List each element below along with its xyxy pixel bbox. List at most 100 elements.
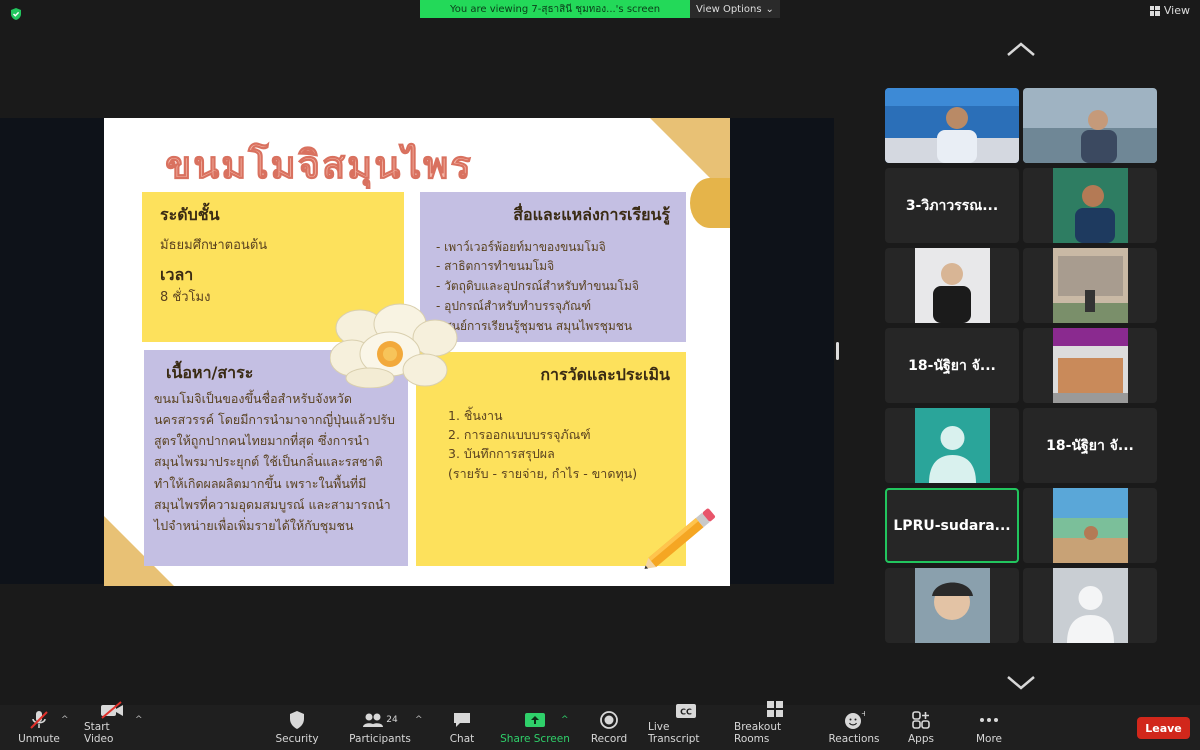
apps-button[interactable]: Apps: [904, 705, 938, 750]
level-heading: ระดับชั้น: [160, 205, 220, 224]
content-body: ขนมโมจิเป็นของขึ้นชื่อสำหรับจังหวัดนครสว…: [154, 390, 395, 534]
banner-text: You are viewing 7-สุธาสินี ชุมทอง...'s s…: [449, 3, 661, 15]
zoom-meeting-window: You are viewing 7-สุธาสินี ชุมทอง...'s s…: [0, 0, 1200, 750]
view-options-button[interactable]: View Options ⌄: [690, 0, 780, 18]
chevron-down-icon[interactable]: [1005, 674, 1037, 692]
participant-name: LPRU-sudara...: [893, 517, 1011, 534]
unmute-label: Unmute: [18, 733, 60, 745]
participant-name-tile[interactable]: 3-วิภาวรรณ...: [885, 168, 1019, 243]
audio-options-caret-icon[interactable]: ^: [61, 715, 69, 725]
chat-label: Chat: [449, 733, 475, 745]
media-item: - อุปกรณ์สำหรับทำบรรจุภัณฑ์: [436, 298, 592, 313]
participant-name: 18-นัฐิยา จั...: [1046, 437, 1134, 454]
grid-view-icon: [1149, 5, 1160, 16]
unmute-button[interactable]: Unmute: [14, 705, 64, 750]
chat-button[interactable]: Chat: [442, 705, 482, 750]
smiley-plus-icon: +: [843, 709, 865, 731]
security-shield-icon: [288, 709, 306, 731]
meeting-toolbar: Unmute ^ Start Video ^ Security 24 Parti…: [0, 701, 1200, 750]
media-item: - เพาว์เวอร์พ้อยท์มาของขนมโมจิ: [436, 239, 606, 254]
view-options-label: View Options: [696, 3, 762, 15]
participants-label: Participants: [349, 733, 411, 745]
media-heading: สื่อและแหล่งการเรียนรู้: [513, 205, 670, 224]
video-options-caret-icon[interactable]: ^: [135, 715, 143, 725]
leave-button[interactable]: Leave: [1137, 717, 1190, 739]
participant-photo: [1052, 248, 1128, 323]
share-screen-icon: [524, 709, 546, 731]
participants-count: 24: [386, 715, 398, 725]
breakout-rooms-icon: [765, 699, 785, 719]
svg-text:CC: CC: [680, 708, 692, 717]
participant-avatar: [1052, 568, 1128, 643]
participant-name-tile[interactable]: 18-นัฐิยา จั...: [885, 328, 1019, 403]
participant-photo: [1052, 328, 1128, 403]
participant-avatar-tile[interactable]: [1023, 568, 1157, 643]
participant-video-tile[interactable]: [1023, 328, 1157, 403]
chevron-down-icon: ⌄: [765, 3, 774, 15]
participant-video-tile[interactable]: [885, 568, 1019, 643]
share-options-caret-icon[interactable]: ^: [561, 715, 569, 725]
evaluation-item: 3. บันทึกการสรุปผล: [448, 446, 555, 462]
record-label: Record: [590, 733, 628, 745]
level-value: มัธยมศึกษาตอนต้น: [160, 237, 268, 253]
participant-avatar-tile[interactable]: [885, 408, 1019, 483]
participant-photo: [1052, 488, 1128, 563]
evaluation-item: 2. การออกแบบบรรจุภัณฑ์: [448, 426, 591, 442]
share-screen-label: Share Screen: [500, 733, 570, 745]
breakout-rooms-button[interactable]: Breakout Rooms: [734, 701, 816, 750]
evaluation-heading: การวัดและประเมิน: [540, 365, 670, 384]
participant-video: [885, 88, 1019, 163]
breakout-rooms-label: Breakout Rooms: [734, 721, 782, 745]
more-button[interactable]: More: [970, 705, 1008, 750]
muted-microphone-icon: [28, 709, 50, 731]
participants-button[interactable]: 24 Participants: [348, 705, 412, 750]
participant-photo: [1052, 168, 1128, 243]
participant-video-tile[interactable]: [885, 248, 1019, 323]
participant-photo: [914, 568, 990, 643]
participant-video-tile[interactable]: [885, 88, 1019, 163]
live-transcript-button[interactable]: CC Live Transcript: [648, 704, 724, 750]
apps-label: Apps: [908, 733, 934, 745]
participant-video-tile[interactable]: [1023, 248, 1157, 323]
view-button[interactable]: View: [1149, 4, 1190, 17]
reactions-label: Reactions: [828, 733, 880, 745]
media-item: - ศูนย์การเรียนรู้ชุมชน สมุนไพรชุมชน: [436, 318, 633, 333]
participant-video-tile[interactable]: [1023, 88, 1157, 163]
participant-video-tile[interactable]: [1023, 488, 1157, 563]
live-transcript-label: Live Transcript: [648, 721, 700, 745]
encryption-shield-icon[interactable]: [9, 7, 23, 21]
svg-text:+: +: [861, 710, 865, 718]
media-item: - สาธิตการทำขนมโมจิ: [436, 259, 555, 274]
participant-avatar: [914, 408, 990, 483]
participant-photo: [914, 248, 990, 323]
participant-name: 18-นัฐิยา จั...: [908, 357, 996, 374]
participant-name-tile-active-speaker[interactable]: LPRU-sudara...: [885, 488, 1019, 563]
leave-label: Leave: [1145, 721, 1182, 735]
record-icon: [599, 709, 619, 731]
view-label: View: [1163, 4, 1190, 17]
start-video-label: Start Video: [84, 721, 114, 745]
security-label: Security: [275, 733, 319, 745]
participants-icon: 24: [362, 709, 398, 731]
participant-gallery: 3-วิภาวรรณ... 18-นัฐิยา จั... 18-นัฐิยา …: [885, 88, 1157, 643]
share-screen-button[interactable]: Share Screen: [500, 705, 570, 750]
shared-slide: ขนมโมจิสมุนไพร ระดับชั้น มัธยมศึกษาตอนต้…: [104, 118, 730, 586]
viewing-screen-banner: You are viewing 7-สุธาสินี ชุมทอง...'s s…: [420, 0, 690, 18]
more-label: More: [975, 733, 1003, 745]
participants-options-caret-icon[interactable]: ^: [415, 715, 423, 725]
record-button[interactable]: Record: [586, 705, 632, 750]
participant-video-tile[interactable]: [1023, 168, 1157, 243]
splitter-handle[interactable]: [836, 342, 839, 360]
chevron-up-icon[interactable]: [1005, 40, 1037, 58]
evaluation-item: (รายรับ - รายจ่าย, กำไร - ขาดทุน): [448, 465, 638, 481]
security-button[interactable]: Security: [272, 705, 322, 750]
start-video-button[interactable]: Start Video: [84, 701, 140, 750]
decorative-circle: [690, 178, 730, 228]
time-heading: เวลา: [160, 265, 194, 285]
apps-icon: [911, 709, 931, 731]
participant-name-tile[interactable]: 18-นัฐิยา จั...: [1023, 408, 1157, 483]
pencil-illustration: [644, 508, 715, 569]
reactions-button[interactable]: + Reactions: [828, 705, 880, 750]
slide-title: ขนมโมจิสมุนไพร: [165, 142, 473, 188]
media-item: - วัตถุดิบและอุปกรณ์สำหรับทำขนมโมจิ: [436, 279, 639, 294]
